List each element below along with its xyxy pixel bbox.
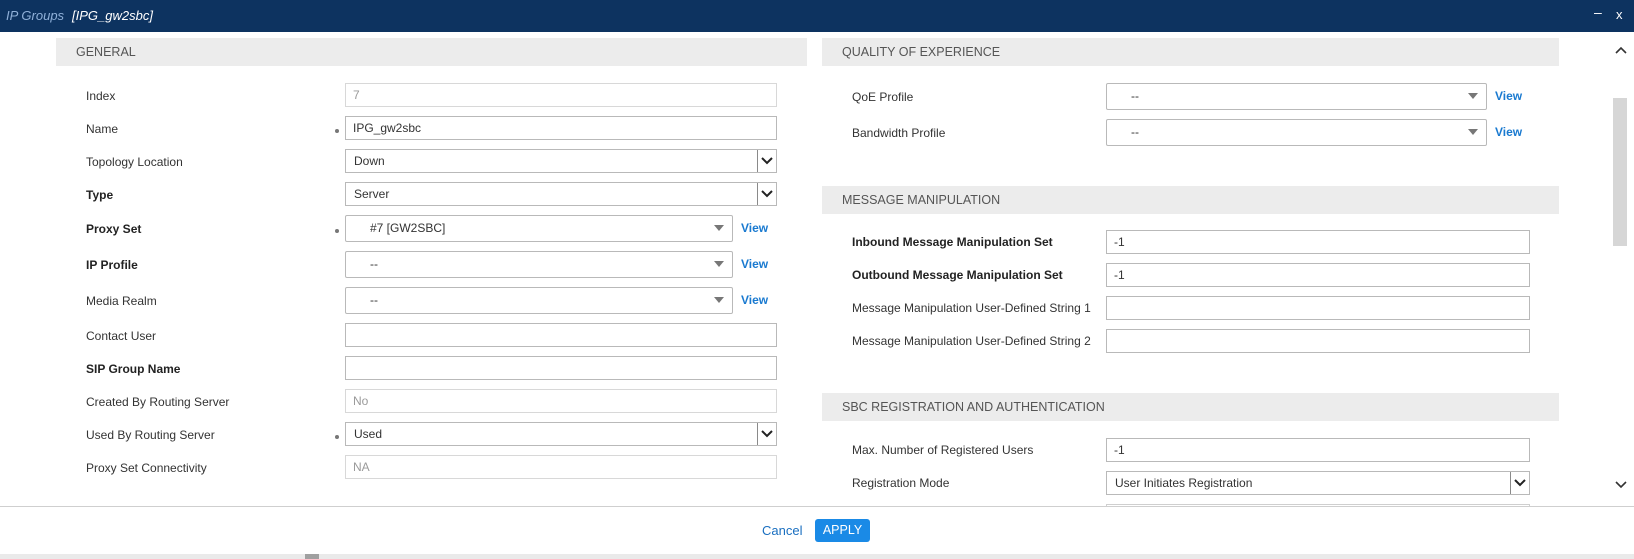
media-realm-value: -- xyxy=(370,293,378,307)
qoe-profile-value: -- xyxy=(1131,89,1139,103)
sip-group-name-field[interactable] xyxy=(345,356,777,380)
scroll-up-icon[interactable] xyxy=(1614,45,1628,55)
proxy-set-value: #7 [GW2SBC] xyxy=(370,221,446,235)
inbound-mm-set-field[interactable]: -1 xyxy=(1106,230,1530,254)
topology-location-select[interactable]: Down xyxy=(345,149,777,173)
created-by-routing-server-label: Created By Routing Server xyxy=(86,395,230,409)
qoe-profile-label: QoE Profile xyxy=(852,90,914,104)
created-by-routing-server-field: No xyxy=(345,389,777,413)
contact-user-label: Contact User xyxy=(86,329,157,343)
ip-profile-view-link[interactable]: View xyxy=(741,257,768,271)
bandwidth-profile-label: Bandwidth Profile xyxy=(852,126,946,140)
ip-profile-value: -- xyxy=(370,257,378,271)
name-field[interactable]: IPG_gw2sbc xyxy=(345,116,777,140)
mm-user-string-2-label: Message Manipulation User-Defined String… xyxy=(852,334,1091,348)
qoe-profile-view-link[interactable]: View xyxy=(1495,89,1522,103)
index-field: 7 xyxy=(345,83,777,107)
inbound-mm-set-label: Inbound Message Manipulation Set xyxy=(852,235,1053,249)
used-by-routing-server-label: Used By Routing Server xyxy=(86,428,215,442)
sip-group-name-label: SIP Group Name xyxy=(86,362,181,376)
ip-profile-combo[interactable]: -- xyxy=(345,251,733,278)
caret-down-icon xyxy=(714,297,724,303)
registration-mode-value: User Initiates Registration xyxy=(1115,476,1253,490)
outbound-mm-set-label: Outbound Message Manipulation Set xyxy=(852,268,1063,282)
name-label: Name xyxy=(86,122,119,136)
form-content: GENERAL Index 7 Name IPG_gw2sbc Topology… xyxy=(0,32,1610,508)
chevron-down-icon xyxy=(757,183,776,205)
used-by-routing-server-select[interactable]: Used xyxy=(345,422,777,446)
window-category: IP Groups xyxy=(6,8,65,23)
bandwidth-profile-view-link[interactable]: View xyxy=(1495,125,1522,139)
proxy-set-label: Proxy Set xyxy=(86,222,142,236)
required-dot xyxy=(335,229,339,233)
section-message-manipulation-header: MESSAGE MANIPULATION xyxy=(822,186,1559,214)
section-general-header: GENERAL xyxy=(56,38,807,66)
outbound-mm-set-field[interactable]: -1 xyxy=(1106,263,1530,287)
window-title: [IPG_gw2sbc] xyxy=(72,8,153,23)
scrollbar-thumb[interactable] xyxy=(1613,98,1627,246)
caret-down-icon xyxy=(714,261,724,267)
close-icon[interactable]: x xyxy=(1616,7,1623,22)
registration-mode-select[interactable]: User Initiates Registration xyxy=(1106,471,1530,495)
proxy-set-view-link[interactable]: View xyxy=(741,221,768,235)
minimize-icon[interactable]: – xyxy=(1594,4,1602,20)
ip-profile-label: IP Profile xyxy=(86,258,138,272)
required-dot xyxy=(335,435,339,439)
chevron-down-icon xyxy=(757,423,776,445)
proxy-set-connectivity-field: NA xyxy=(345,455,777,479)
topology-location-label: Topology Location xyxy=(86,155,183,169)
bandwidth-profile-combo[interactable]: -- xyxy=(1106,119,1487,146)
cancel-button[interactable]: Cancel xyxy=(762,523,802,538)
mm-user-string-1-label: Message Manipulation User-Defined String… xyxy=(852,301,1091,315)
used-by-routing-server-value: Used xyxy=(354,427,383,441)
index-label: Index xyxy=(86,89,116,103)
type-label: Type xyxy=(86,188,114,202)
media-realm-combo[interactable]: -- xyxy=(345,287,733,314)
media-realm-label: Media Realm xyxy=(86,294,157,308)
section-qoe-header: QUALITY OF EXPERIENCE xyxy=(822,38,1559,66)
registration-mode-label: Registration Mode xyxy=(852,476,950,490)
max-registered-users-field[interactable]: -1 xyxy=(1106,438,1530,462)
max-registered-users-label: Max. Number of Registered Users xyxy=(852,443,1034,457)
scroll-down-icon[interactable] xyxy=(1614,480,1628,490)
topology-location-value: Down xyxy=(354,154,385,168)
caret-down-icon xyxy=(1468,129,1478,135)
bandwidth-profile-value: -- xyxy=(1131,125,1139,139)
chevron-down-icon xyxy=(1510,472,1529,494)
required-dot xyxy=(335,129,339,133)
type-select[interactable]: Server xyxy=(345,182,777,206)
mm-user-string-1-field[interactable] xyxy=(1106,296,1530,320)
media-realm-view-link[interactable]: View xyxy=(741,293,768,307)
mm-user-string-2-field[interactable] xyxy=(1106,329,1530,353)
proxy-set-combo[interactable]: #7 [GW2SBC] xyxy=(345,215,733,242)
dialog-footer: Cancel APPLY xyxy=(0,506,1634,555)
caret-down-icon xyxy=(1468,93,1478,99)
section-sbc-registration-header: SBC REGISTRATION AND AUTHENTICATION xyxy=(822,393,1559,421)
apply-button[interactable]: APPLY xyxy=(815,519,870,542)
qoe-profile-combo[interactable]: -- xyxy=(1106,83,1487,110)
bottom-edge xyxy=(0,554,1634,559)
proxy-set-connectivity-label: Proxy Set Connectivity xyxy=(86,461,207,475)
caret-down-icon xyxy=(714,225,724,231)
contact-user-field[interactable] xyxy=(345,323,777,347)
chevron-down-icon xyxy=(757,150,776,172)
bottom-edge-mark xyxy=(305,554,319,559)
type-value: Server xyxy=(354,187,390,201)
window-titlebar: IP Groups [IPG_gw2sbc] – x xyxy=(0,0,1634,32)
